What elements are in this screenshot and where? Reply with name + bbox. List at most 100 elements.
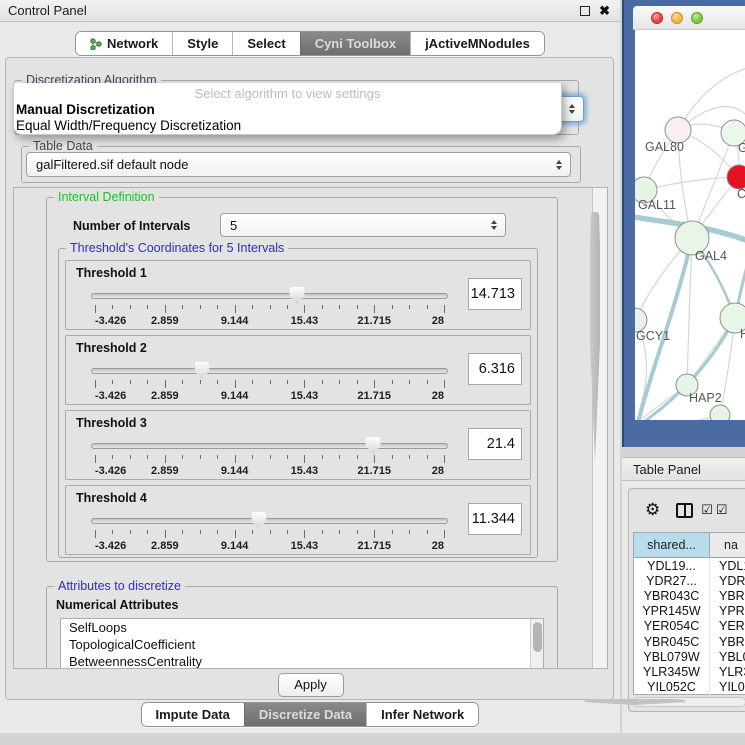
slider-thumb[interactable] bbox=[251, 512, 266, 529]
network-window-titlebar bbox=[633, 6, 745, 30]
threshold-value-field[interactable]: 21.4 bbox=[468, 428, 522, 460]
cell-shared-name[interactable]: YPR145W bbox=[634, 604, 710, 619]
table-row[interactable]: YBR045CYBR0 bbox=[634, 634, 745, 649]
threshold-slider[interactable]: -3.4262.8599.14415.4321.71528 bbox=[91, 285, 448, 329]
num-intervals-value: 5 bbox=[230, 218, 237, 233]
zoom-traffic-light-icon[interactable] bbox=[691, 12, 703, 24]
tab-cyni-toolbox[interactable]: Cyni Toolbox bbox=[300, 32, 410, 55]
table-panel-title: Table Panel bbox=[633, 462, 701, 477]
thresholds-group-title: Threshold's Coordinates for 5 Intervals bbox=[66, 241, 288, 255]
table-row[interactable]: YPR145WYPR1 bbox=[634, 604, 745, 619]
apply-button[interactable]: Apply bbox=[278, 673, 344, 697]
network-view-window: GAL80GACGAL11GAL4GCY1HHAP2 bbox=[622, 0, 745, 447]
table-row[interactable]: YIL052CYIL0 bbox=[634, 680, 745, 695]
slider-track[interactable] bbox=[91, 368, 448, 374]
cyni-toolbox-panel: Discretization Algorithm Table Data galF… bbox=[5, 57, 614, 700]
network-node-RED[interactable] bbox=[727, 165, 745, 189]
tab-select[interactable]: Select bbox=[232, 32, 299, 55]
table-row[interactable]: YLR345WYLR3 bbox=[634, 664, 745, 679]
network-node-B[interactable] bbox=[710, 405, 730, 420]
threshold-slider[interactable]: -3.4262.8599.14415.4321.71528 bbox=[91, 360, 448, 404]
cell-shared-name[interactable]: YBL079W bbox=[634, 649, 710, 664]
table-data-group-title: Table Data bbox=[29, 139, 97, 153]
attribute-list-item[interactable]: BetweennessCentrality bbox=[61, 653, 543, 669]
column-header-shared-name[interactable]: shared... bbox=[634, 533, 710, 557]
cell-name[interactable]: YPR1 bbox=[710, 604, 745, 619]
cell-shared-name[interactable]: YDL19... bbox=[634, 558, 710, 573]
threshold-value-field[interactable]: 14.713 bbox=[468, 278, 522, 310]
tab-discretize-data[interactable]: Discretize Data bbox=[244, 703, 366, 726]
close-icon[interactable]: ✖ bbox=[599, 6, 610, 16]
algorithm-option[interactable]: Manual Discretization bbox=[14, 102, 561, 118]
cell-name[interactable]: YBR0 bbox=[710, 634, 745, 649]
tab-style[interactable]: Style bbox=[172, 32, 232, 55]
tab-infer-network[interactable]: Infer Network bbox=[366, 703, 478, 726]
cell-name[interactable]: YDR2 bbox=[710, 573, 745, 588]
table-row[interactable]: YDR27...YDR2 bbox=[634, 573, 745, 588]
threshold-label: Threshold 4 bbox=[76, 491, 147, 505]
cell-name[interactable]: YBL0 bbox=[710, 649, 745, 664]
slider-thumb[interactable] bbox=[366, 437, 381, 454]
tab-jactivemnodules[interactable]: jActiveMNodules bbox=[410, 32, 544, 55]
scrollbar-thumb[interactable] bbox=[590, 212, 600, 462]
attribute-list-item[interactable]: TopologicalCoefficient bbox=[61, 636, 543, 653]
tab-impute-data[interactable]: Impute Data bbox=[142, 703, 244, 726]
table-row[interactable]: YDL19...YDL1 bbox=[634, 558, 745, 573]
slider-thumb[interactable] bbox=[194, 362, 209, 379]
numerical-attributes-list[interactable]: SelfLoopsTopologicalCoefficientBetweenne… bbox=[60, 618, 544, 669]
num-intervals-combobox[interactable]: 5 bbox=[220, 213, 506, 237]
cell-shared-name[interactable]: YDR27... bbox=[634, 573, 710, 588]
settings-vertical-scrollbar[interactable] bbox=[592, 188, 607, 668]
cell-shared-name[interactable]: YBR043C bbox=[634, 588, 710, 603]
slider-track[interactable] bbox=[91, 443, 448, 449]
attribute-list-item[interactable]: SelfLoops bbox=[61, 619, 543, 636]
column-header-name[interactable]: na bbox=[710, 533, 745, 557]
slider-tick-labels: -3.4262.8599.14415.4321.71528 bbox=[95, 390, 444, 403]
table-body: YDL19...YDL1YDR27...YDR2YBR043CYBR0YPR14… bbox=[634, 558, 745, 695]
close-traffic-light-icon[interactable] bbox=[651, 12, 663, 24]
algorithm-option[interactable]: Equal Width/Frequency Discretization bbox=[14, 118, 561, 134]
thresholds-container: Threshold 1-3.4262.8599.14415.4321.71528… bbox=[65, 260, 531, 560]
table-row[interactable]: YBL079WYBL0 bbox=[634, 649, 745, 664]
table-horizontal-scrollbar[interactable] bbox=[633, 697, 745, 707]
algorithm-placeholder-option[interactable]: Select algorithm to view settings bbox=[14, 85, 561, 102]
minimize-traffic-light-icon[interactable] bbox=[671, 12, 683, 24]
table-data-selected: galFiltered.sif default node bbox=[36, 157, 188, 172]
cell-name[interactable]: YDL1 bbox=[710, 558, 745, 573]
threshold-value-field[interactable]: 11.344 bbox=[468, 503, 522, 535]
threshold-slider[interactable]: -3.4262.8599.14415.4321.71528 bbox=[91, 435, 448, 479]
table-row[interactable]: YER054CYER0 bbox=[634, 619, 745, 634]
slider-ticks bbox=[95, 455, 444, 464]
checkbox-icon[interactable]: ☑ bbox=[716, 502, 728, 518]
slider-track[interactable] bbox=[91, 293, 448, 299]
tab-label: Network bbox=[107, 36, 158, 51]
threshold-slider[interactable]: -3.4262.8599.14415.4321.71528 bbox=[91, 510, 448, 554]
numerical-attributes-label: Numerical Attributes bbox=[56, 598, 178, 612]
settings-scrollpane: Interval Definition Number of Intervals … bbox=[13, 187, 608, 669]
table-row[interactable]: YBR043CYBR0 bbox=[634, 588, 745, 603]
list-scrollbar[interactable] bbox=[530, 619, 543, 669]
float-window-icon[interactable] bbox=[580, 6, 590, 16]
cell-shared-name[interactable]: YER054C bbox=[634, 619, 710, 634]
split-table-icon[interactable] bbox=[676, 503, 693, 518]
cell-shared-name[interactable]: YIL052C bbox=[634, 680, 710, 695]
slider-thumb[interactable] bbox=[290, 287, 305, 304]
cell-shared-name[interactable]: YLR345W bbox=[634, 664, 710, 679]
cell-name[interactable]: YIL0 bbox=[710, 680, 745, 695]
checkbox-icon[interactable]: ☑ bbox=[701, 502, 713, 518]
cell-name[interactable]: YER0 bbox=[710, 619, 745, 634]
combo-arrows-icon bbox=[556, 160, 562, 170]
cell-name[interactable]: YLR3 bbox=[710, 664, 745, 679]
network-canvas[interactable]: GAL80GACGAL11GAL4GCY1HHAP2 bbox=[635, 30, 745, 420]
cell-name[interactable]: YBR0 bbox=[710, 588, 745, 603]
slider-track[interactable] bbox=[91, 518, 448, 524]
cell-shared-name[interactable]: YBR045C bbox=[634, 634, 710, 649]
table-data-combobox[interactable]: galFiltered.sif default node bbox=[26, 152, 571, 177]
table-header-row: shared... na bbox=[634, 533, 745, 558]
tab-network[interactable]: Network bbox=[76, 32, 172, 55]
gear-icon[interactable]: ⚙ bbox=[645, 500, 660, 520]
network-node-label: HAP2 bbox=[689, 391, 722, 405]
slider-tick-labels: -3.4262.8599.14415.4321.71528 bbox=[95, 315, 444, 328]
apply-row: Apply bbox=[13, 669, 608, 700]
threshold-value-field[interactable]: 6.316 bbox=[468, 353, 522, 385]
